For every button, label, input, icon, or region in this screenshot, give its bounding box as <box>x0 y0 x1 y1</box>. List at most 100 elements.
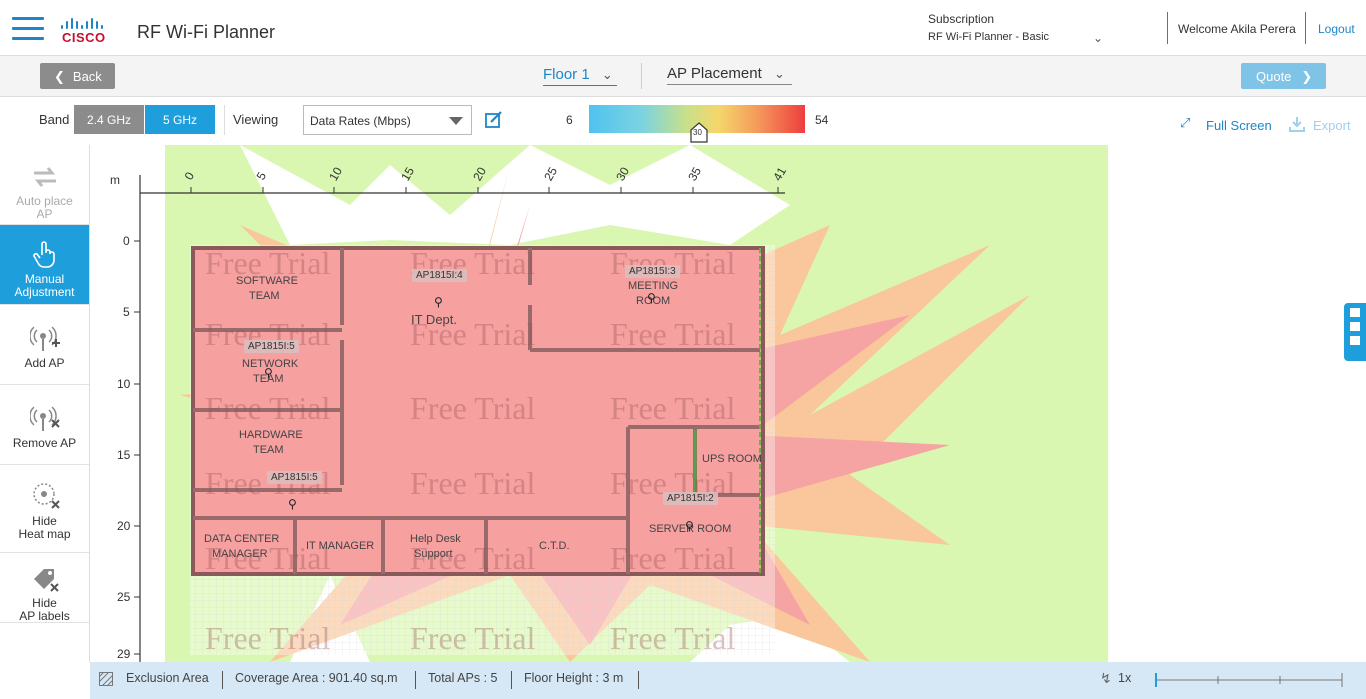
subscription-select[interactable]: RF Wi-Fi Planner - Basic <box>928 31 1049 43</box>
heat-map-icon <box>32 483 60 509</box>
ap-label[interactable]: AP1815I:3 <box>625 265 680 278</box>
band-24-button[interactable]: 2.4 GHz <box>74 105 144 134</box>
tool-label: AP <box>36 207 53 221</box>
band-label: Band <box>39 112 70 127</box>
chevron-down-icon[interactable]: ⌄ <box>1093 31 1103 45</box>
ap-label[interactable]: AP1815I:5 <box>267 471 322 484</box>
divider <box>511 671 512 689</box>
chevron-left-icon: ❮ <box>54 69 65 84</box>
hand-pointer-icon <box>32 241 55 268</box>
quote-label: Quote <box>1256 69 1292 84</box>
auto-place-icon <box>33 167 56 187</box>
exclusion-area-label[interactable]: Exclusion Area <box>126 671 209 685</box>
quote-button[interactable]: Quote ❯ <box>1241 63 1326 89</box>
viewing-select[interactable]: Data Rates (Mbps) <box>303 105 472 135</box>
room-label: DATA CENTER <box>204 533 280 545</box>
y-tick-label: 10 <box>117 377 131 391</box>
room-label: MANAGER <box>212 548 268 560</box>
full-screen-button[interactable]: Full Screen <box>1206 118 1272 133</box>
room-label: HARDWARE <box>239 429 303 441</box>
y-tick-label: 0 <box>123 234 130 248</box>
export-button[interactable]: Export <box>1313 118 1351 133</box>
chevron-down-icon: ⌄ <box>601 67 613 82</box>
manual-adjustment-button[interactable]: Manual Adjustment <box>0 225 89 305</box>
hide-heat-map-button[interactable]: Hide Heat map <box>0 465 89 553</box>
hide-ap-labels-button[interactable]: Hide AP labels <box>0 553 89 623</box>
mode-label: AP Placement <box>667 65 762 82</box>
watermark: Free Trial <box>610 390 736 426</box>
app-title: RF Wi-Fi Planner <box>137 22 276 42</box>
viewing-value: Data Rates (Mbps) <box>310 114 411 128</box>
edit-icon[interactable] <box>485 111 503 129</box>
heat-white-gap <box>90 145 165 662</box>
total-aps: Total APs : 5 <box>428 671 498 685</box>
tool-label: Heat map <box>18 527 71 541</box>
tool-label: Add AP <box>24 356 65 370</box>
floor-label: Floor 1 <box>543 66 590 83</box>
floor-select[interactable]: Floor 1 ⌄ <box>543 66 617 86</box>
side-panel-toggle[interactable] <box>1344 303 1366 361</box>
tool-label: Hide <box>32 596 57 610</box>
tool-label: Adjustment <box>14 285 75 299</box>
zoom-slider[interactable] <box>1154 670 1344 690</box>
download-icon[interactable] <box>1288 115 1306 133</box>
remove-ap-button[interactable]: Remove AP <box>0 385 89 465</box>
ap-label[interactable]: AP1815I:5 <box>244 340 299 353</box>
tool-label: Auto place <box>16 194 73 208</box>
ap-icon[interactable]: ⚲ <box>434 295 443 309</box>
add-ap-icon <box>29 326 60 351</box>
watermark: Free Trial <box>610 540 736 576</box>
tool-label: Manual <box>24 272 65 286</box>
room-label: IT MANAGER <box>306 540 375 552</box>
tool-label: Hide <box>32 514 57 528</box>
exclusion-area-icon[interactable] <box>99 672 113 686</box>
room-label: C.T.D. <box>539 540 570 552</box>
tool-label: AP labels <box>19 609 70 623</box>
coverage-area: Coverage Area : 901.40 sq.m <box>235 671 398 685</box>
watermark: Free Trial <box>610 316 736 352</box>
logout-link[interactable]: Logout <box>1318 22 1355 36</box>
room-label: IT Dept. <box>411 312 458 327</box>
divider <box>415 671 416 689</box>
ap-icon[interactable]: ⚲ <box>264 366 273 380</box>
status-bar: Exclusion Area Coverage Area : 901.40 sq… <box>90 662 1366 699</box>
auto-place-ap-button[interactable]: Auto place AP <box>0 145 89 225</box>
watermark: Free Trial <box>410 465 536 501</box>
chevron-right-icon: ❯ <box>1301 69 1313 84</box>
ap-icon[interactable]: ⚲ <box>647 291 656 305</box>
back-label: Back <box>72 69 102 84</box>
divider <box>641 63 642 89</box>
tool-sidebar: Auto place AP Manual Adjustment Add AP Rem… <box>0 145 90 662</box>
ap-label[interactable]: AP1815I:4 <box>412 269 467 282</box>
unit-label: m <box>110 173 120 187</box>
room-label: TEAM <box>253 444 284 456</box>
back-button[interactable]: ❮ Back <box>40 63 115 89</box>
y-tick-label: 20 <box>117 519 131 533</box>
divider <box>1305 12 1306 44</box>
y-tick-label: 15 <box>117 448 131 462</box>
ap-label[interactable]: AP1815I:2 <box>663 492 718 505</box>
band-5-button[interactable]: 5 GHz <box>145 105 215 134</box>
viewing-label: Viewing <box>233 112 279 127</box>
subscription-label: Subscription <box>928 12 995 26</box>
mode-select[interactable]: AP Placement ⌄ <box>667 65 792 85</box>
cisco-wordmark: CISCO <box>62 30 106 45</box>
y-tick-label: 29 <box>117 647 131 661</box>
legend-min: 6 <box>566 113 573 127</box>
menu-icon[interactable] <box>12 17 44 41</box>
full-screen-icon[interactable]: ⤢ <box>1180 115 1190 131</box>
watermark: Free Trial <box>610 620 736 656</box>
legend-marker-value: 30 <box>693 128 702 137</box>
top-bar: CISCO RF Wi-Fi Planner Subscription RF W… <box>0 0 1366 56</box>
add-ap-button[interactable]: Add AP <box>0 305 89 385</box>
divider <box>222 671 223 689</box>
floor-height: Floor Height : 3 m <box>524 671 624 685</box>
ap-icon[interactable]: ⚲ <box>685 519 694 533</box>
tool-label: Remove AP <box>12 436 77 450</box>
tag-icon <box>33 569 59 592</box>
floor-plan-canvas[interactable]: m 0 5 10 15 20 25 30 35 41 0 5 10 15 20 … <box>90 145 1110 662</box>
welcome-text: Welcome Akila Perera <box>1178 22 1296 36</box>
watermark: Free Trial <box>205 390 331 426</box>
ap-icon[interactable]: ⚲ <box>288 497 297 511</box>
room-label: Help Desk <box>410 533 461 545</box>
